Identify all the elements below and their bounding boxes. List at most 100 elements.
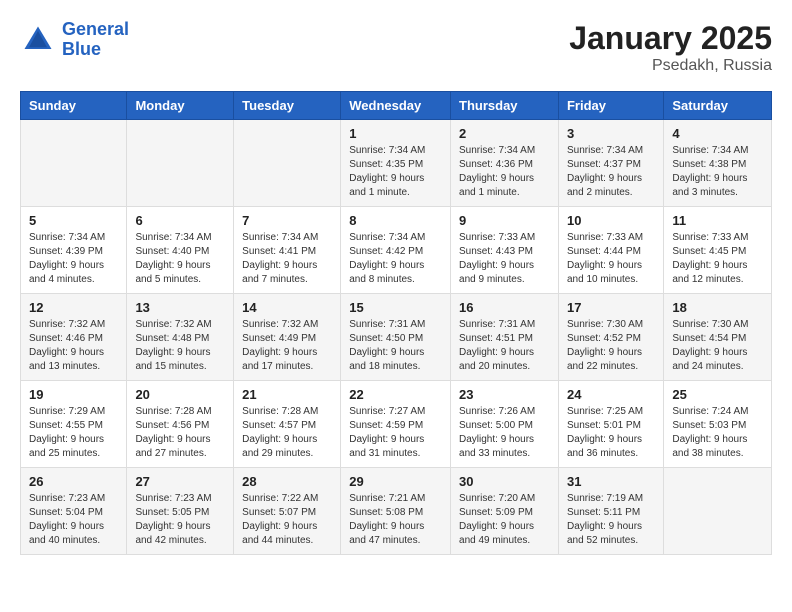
cell-week5-day5: 31Sunrise: 7:19 AM Sunset: 5:11 PM Dayli… — [558, 468, 663, 555]
cell-content: Sunrise: 7:19 AM Sunset: 5:11 PM Dayligh… — [567, 492, 655, 548]
cell-week2-day1: 6 Sunrise: 7:34 AM Sunset: 4:40 PM Daylig… — [127, 207, 234, 294]
cell-content: Sunrise: 7:31 AM Sunset: 4:51 PM Dayligh… — [459, 318, 550, 374]
cell-week1-day0 — [21, 120, 127, 207]
cell-content: Sunrise: 7:34 AM Sunset: 4:35 PM Dayligh… — [349, 144, 442, 200]
day-number: 15 — [349, 300, 442, 315]
calendar-title: January 2025 — [569, 20, 772, 57]
day-number: 18 — [672, 300, 763, 315]
cell-content: Sunrise: 7:34 AM Sunset: 4:39 PM Dayligh… — [29, 231, 118, 287]
cell-content: Sunrise: 7:33 AM Sunset: 4:44 PM Dayligh… — [567, 231, 655, 287]
cell-content: Sunrise: 7:28 AM Sunset: 4:56 PM Dayligh… — [135, 405, 225, 461]
header-friday: Friday — [558, 92, 663, 120]
week-row-4: 19 Sunrise: 7:29 AM Sunset: 4:55 PM Dayli… — [21, 381, 772, 468]
week-row-2: 5 Sunrise: 7:34 AM Sunset: 4:39 PM Daylig… — [21, 207, 772, 294]
day-number: 28 — [242, 474, 332, 489]
calendar-header: SundayMondayTuesdayWednesdayThursdayFrid… — [21, 92, 772, 120]
cell-content: Sunrise: 7:24 AM Sunset: 5:03 PM Dayligh… — [672, 405, 763, 461]
header-row: SundayMondayTuesdayWednesdayThursdayFrid… — [21, 92, 772, 120]
week-row-1: 1 Sunrise: 7:34 AM Sunset: 4:35 PM Daylig… — [21, 120, 772, 207]
cell-content: Sunrise: 7:29 AM Sunset: 4:55 PM Dayligh… — [29, 405, 118, 461]
day-number: 25 — [672, 387, 763, 402]
cell-content: Sunrise: 7:31 AM Sunset: 4:50 PM Dayligh… — [349, 318, 442, 374]
cell-content: Sunrise: 7:23 AM Sunset: 5:05 PM Dayligh… — [135, 492, 225, 548]
day-number: 2 — [459, 126, 550, 141]
day-number: 8 — [349, 213, 442, 228]
day-number: 16 — [459, 300, 550, 315]
day-number: 13 — [135, 300, 225, 315]
day-number: 26 — [29, 474, 118, 489]
day-number: 22 — [349, 387, 442, 402]
cell-week4-day1: 20Sunrise: 7:28 AM Sunset: 4:56 PM Dayli… — [127, 381, 234, 468]
calendar-subtitle: Psedakh, Russia — [569, 57, 772, 75]
cell-content: Sunrise: 7:34 AM Sunset: 4:40 PM Dayligh… — [135, 231, 225, 287]
cell-week4-day6: 25 Sunrise: 7:24 AM Sunset: 5:03 PM Dayli… — [664, 381, 772, 468]
week-row-5: 26 Sunrise: 7:23 AM Sunset: 5:04 PM Dayli… — [21, 468, 772, 555]
cell-content: Sunrise: 7:34 AM Sunset: 4:36 PM Dayligh… — [459, 144, 550, 200]
cell-week1-day1 — [127, 120, 234, 207]
header-thursday: Thursday — [451, 92, 559, 120]
day-number: 4 — [672, 126, 763, 141]
cell-content: Sunrise: 7:34 AM Sunset: 4:41 PM Dayligh… — [242, 231, 332, 287]
header-monday: Monday — [127, 92, 234, 120]
cell-content: Sunrise: 7:34 AM Sunset: 4:37 PM Dayligh… — [567, 144, 655, 200]
cell-week2-day0: 5 Sunrise: 7:34 AM Sunset: 4:39 PM Daylig… — [21, 207, 127, 294]
cell-content: Sunrise: 7:33 AM Sunset: 4:43 PM Dayligh… — [459, 231, 550, 287]
week-row-3: 12Sunrise: 7:32 AM Sunset: 4:46 PM Dayli… — [21, 294, 772, 381]
logo-icon — [20, 22, 56, 58]
cell-content: Sunrise: 7:33 AM Sunset: 4:45 PM Dayligh… — [672, 231, 763, 287]
day-number: 29 — [349, 474, 442, 489]
cell-week4-day0: 19 Sunrise: 7:29 AM Sunset: 4:55 PM Dayli… — [21, 381, 127, 468]
cell-content: Sunrise: 7:28 AM Sunset: 4:57 PM Dayligh… — [242, 405, 332, 461]
header-tuesday: Tuesday — [234, 92, 341, 120]
cell-week3-day1: 13 Sunrise: 7:32 AM Sunset: 4:48 PM Dayli… — [127, 294, 234, 381]
cell-content: Sunrise: 7:30 AM Sunset: 4:52 PM Dayligh… — [567, 318, 655, 374]
day-number: 11 — [672, 213, 763, 228]
cell-week4-day3: 22 Sunrise: 7:27 AM Sunset: 4:59 PM Dayli… — [341, 381, 451, 468]
calendar-body: 1 Sunrise: 7:34 AM Sunset: 4:35 PM Daylig… — [21, 120, 772, 555]
cell-content: Sunrise: 7:34 AM Sunset: 4:42 PM Dayligh… — [349, 231, 442, 287]
cell-week2-day2: 7 Sunrise: 7:34 AM Sunset: 4:41 PM Daylig… — [234, 207, 341, 294]
cell-content: Sunrise: 7:32 AM Sunset: 4:46 PM Dayligh… — [29, 318, 118, 374]
cell-week5-day6 — [664, 468, 772, 555]
day-number: 5 — [29, 213, 118, 228]
cell-week3-day2: 14Sunrise: 7:32 AM Sunset: 4:49 PM Dayli… — [234, 294, 341, 381]
cell-content: Sunrise: 7:34 AM Sunset: 4:38 PM Dayligh… — [672, 144, 763, 200]
day-number: 1 — [349, 126, 442, 141]
cell-week1-day6: 4 Sunrise: 7:34 AM Sunset: 4:38 PM Daylig… — [664, 120, 772, 207]
cell-week3-day0: 12Sunrise: 7:32 AM Sunset: 4:46 PM Dayli… — [21, 294, 127, 381]
cell-content: Sunrise: 7:22 AM Sunset: 5:07 PM Dayligh… — [242, 492, 332, 548]
logo-line2: Blue — [62, 39, 101, 59]
day-number: 19 — [29, 387, 118, 402]
day-number: 30 — [459, 474, 550, 489]
cell-content: Sunrise: 7:20 AM Sunset: 5:09 PM Dayligh… — [459, 492, 550, 548]
cell-content: Sunrise: 7:21 AM Sunset: 5:08 PM Dayligh… — [349, 492, 442, 548]
day-number: 7 — [242, 213, 332, 228]
day-number: 27 — [135, 474, 225, 489]
day-number: 23 — [459, 387, 550, 402]
cell-week5-day0: 26 Sunrise: 7:23 AM Sunset: 5:04 PM Dayli… — [21, 468, 127, 555]
day-number: 17 — [567, 300, 655, 315]
day-number: 9 — [459, 213, 550, 228]
cell-week4-day5: 24Sunrise: 7:25 AM Sunset: 5:01 PM Dayli… — [558, 381, 663, 468]
day-number: 21 — [242, 387, 332, 402]
cell-week3-day4: 16 Sunrise: 7:31 AM Sunset: 4:51 PM Dayli… — [451, 294, 559, 381]
cell-week2-day3: 8 Sunrise: 7:34 AM Sunset: 4:42 PM Daylig… — [341, 207, 451, 294]
cell-content: Sunrise: 7:23 AM Sunset: 5:04 PM Dayligh… — [29, 492, 118, 548]
cell-content: Sunrise: 7:32 AM Sunset: 4:48 PM Dayligh… — [135, 318, 225, 374]
cell-content: Sunrise: 7:27 AM Sunset: 4:59 PM Dayligh… — [349, 405, 442, 461]
cell-content: Sunrise: 7:30 AM Sunset: 4:54 PM Dayligh… — [672, 318, 763, 374]
cell-week5-day3: 29 Sunrise: 7:21 AM Sunset: 5:08 PM Dayli… — [341, 468, 451, 555]
day-number: 14 — [242, 300, 332, 315]
logo: General Blue — [20, 20, 129, 60]
title-block: January 2025 Psedakh, Russia — [569, 20, 772, 75]
cell-week4-day2: 21 Sunrise: 7:28 AM Sunset: 4:57 PM Dayli… — [234, 381, 341, 468]
cell-week2-day6: 11 Sunrise: 7:33 AM Sunset: 4:45 PM Dayli… — [664, 207, 772, 294]
calendar-table: SundayMondayTuesdayWednesdayThursdayFrid… — [20, 91, 772, 555]
day-number: 6 — [135, 213, 225, 228]
header-sunday: Sunday — [21, 92, 127, 120]
cell-week5-day1: 27 Sunrise: 7:23 AM Sunset: 5:05 PM Dayli… — [127, 468, 234, 555]
day-number: 3 — [567, 126, 655, 141]
cell-week2-day4: 9 Sunrise: 7:33 AM Sunset: 4:43 PM Daylig… — [451, 207, 559, 294]
cell-week1-day5: 3 Sunrise: 7:34 AM Sunset: 4:37 PM Daylig… — [558, 120, 663, 207]
day-number: 10 — [567, 213, 655, 228]
